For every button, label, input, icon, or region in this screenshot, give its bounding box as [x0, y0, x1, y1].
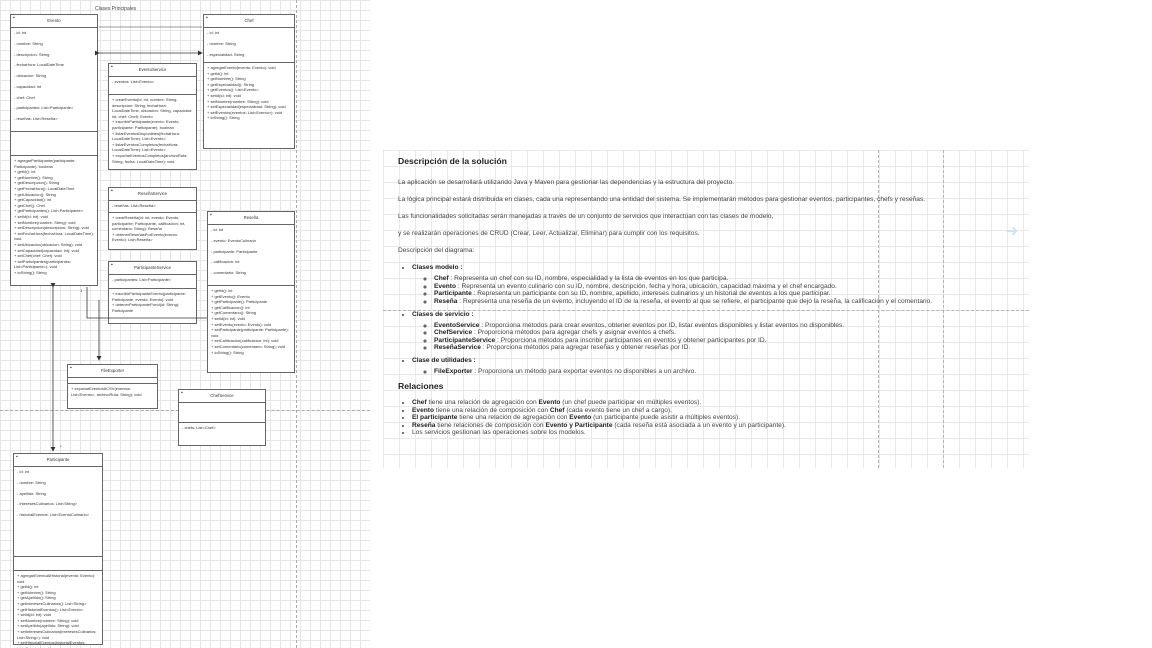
class-description-item: Evento : Representa un evento culinario …: [434, 283, 1023, 290]
relation-entity: Evento: [412, 406, 434, 414]
class-description: : Proporciona métodos para agregar reseñ…: [480, 344, 691, 351]
relation-entity: Evento: [538, 399, 561, 406]
relation-item: Los servicios gestionan las operaciones …: [412, 429, 1023, 436]
multiplicity-label: *: [60, 444, 62, 449]
class-name: Chef: [434, 275, 449, 282]
relation-text: (un participante puede asistir a múltipl…: [591, 414, 741, 421]
relation-text: (un chef puede participar en múltiples e…: [560, 399, 702, 406]
relation-item: Reseña tiene relaciones de composición c…: [412, 422, 1023, 429]
relation-text: (cada evento tiene un chef a cargo).: [564, 406, 672, 414]
relation-item: El participante tiene una relación de ag…: [412, 414, 1023, 421]
class-group-heading: Clase de utilidades :: [412, 357, 476, 364]
class-description-item: FileExporter : Proporciona un método par…: [434, 368, 1023, 375]
relation-text: tiene una relación de agregación con: [457, 414, 570, 421]
class-groups-list: Clases modelo : Chef : Representa un chef…: [398, 264, 1023, 375]
arrow-right-icon: ➜: [1005, 223, 1019, 240]
relation-item: Chef tiene una relación de agregación co…: [412, 399, 1023, 406]
description-paragraph: Descripción del diagrama:: [398, 247, 475, 254]
class-group: Clases modelo : Chef : Representa un chef…: [412, 264, 1023, 305]
relation-entity: Chef: [549, 406, 565, 414]
description-paragraph: La aplicación se desarrollará utilizando…: [398, 179, 735, 186]
class-description: : Proporciona métodos para crear eventos…: [479, 321, 845, 329]
class-description-item: Participante : Representa un participant…: [434, 290, 1023, 297]
class-description-item: ParticipanteService : Proporciona método…: [434, 337, 1023, 344]
evento-resena-connector: [86, 287, 207, 319]
class-group: Clases de servicio : EventoService : Prop…: [412, 311, 1023, 352]
class-name: ReseñaService: [434, 344, 481, 351]
relation-entity: Evento: [569, 414, 592, 421]
class-name: Evento: [434, 282, 456, 290]
relation-text: Los servicios gestionan las operaciones …: [412, 429, 586, 436]
class-name: Reseña: [434, 297, 458, 305]
multiplicity-label: 1: [80, 288, 83, 293]
relations-list: Chef tiene una relación de agregación co…: [398, 399, 1023, 436]
class-name: ParticipanteService: [434, 336, 496, 344]
description-paragraph: y se realizarán operaciones de CRUD (Cre…: [398, 230, 700, 237]
panel-title: Descripción de la solución: [398, 156, 507, 166]
class-name: Participante: [434, 290, 472, 297]
class-name: EventoService: [434, 321, 480, 329]
class-description: : Proporciona un método para exportar ev…: [472, 368, 697, 375]
class-description: : Representa una reseña de un evento, in…: [457, 297, 933, 305]
class-description-item: Chef : Representa un chef con su ID, nom…: [434, 275, 1023, 282]
relation-entity: Reseña: [412, 421, 436, 429]
class-group-heading: Clases modelo :: [412, 264, 463, 271]
class-description: : Representa un chef con su ID, nombre, …: [448, 275, 729, 282]
relation-entity: Chef: [412, 399, 427, 406]
relation-text: tiene una relación de agregación con: [426, 399, 539, 406]
relation-text: tiene relaciones de composición con: [435, 421, 546, 429]
relations-title: Relaciones: [398, 381, 444, 391]
description-paragraphs: La aplicación se desarrollará utilizando…: [398, 179, 1023, 254]
relation-text: tiene una relación de composición con: [433, 406, 550, 414]
class-description: : Representa un participante con su ID, …: [471, 290, 831, 297]
class-description-item: ChefService : Proporciona métodos para a…: [434, 329, 1023, 336]
class-name: FileExporter: [434, 368, 473, 375]
diagram-canvas[interactable]: Clases Principales ▪ Evento - id: int - no…: [0, 0, 370, 648]
relation-entity: Evento y Participante: [545, 421, 613, 429]
description-paragraph: La lógica principal estará distribuida e…: [398, 196, 926, 203]
class-description-item: Reseña : Representa una reseña de un eve…: [434, 298, 1023, 305]
class-description-item: ReseñaService : Proporciona métodos para…: [434, 344, 1023, 351]
description-paragraph: Las funcionalidades solicitadas serán ma…: [398, 213, 774, 220]
class-name: ChefService: [434, 329, 473, 336]
relation-text: (cada reseña está asociada a un evento y…: [612, 421, 786, 429]
relation-item: Evento tiene una relación de composición…: [412, 407, 1023, 414]
class-group-heading: Clases de servicio :: [412, 310, 474, 318]
class-description: : Representa un evento culinario con su …: [455, 282, 837, 290]
relation-entity: El participante: [412, 414, 458, 421]
class-description: : Proporciona métodos para agregar chefs…: [472, 329, 676, 336]
class-description-item: EventoService : Proporciona métodos para…: [434, 322, 1023, 329]
description-panel: Descripción de la solución La aplicación…: [383, 150, 1029, 468]
class-description: : Proporciona métodos para inscribir par…: [495, 336, 767, 344]
class-group: Clase de utilidades : FileExporter : Prop…: [412, 357, 1023, 375]
relationship-connectors: 1 *: [50, 26, 207, 452]
